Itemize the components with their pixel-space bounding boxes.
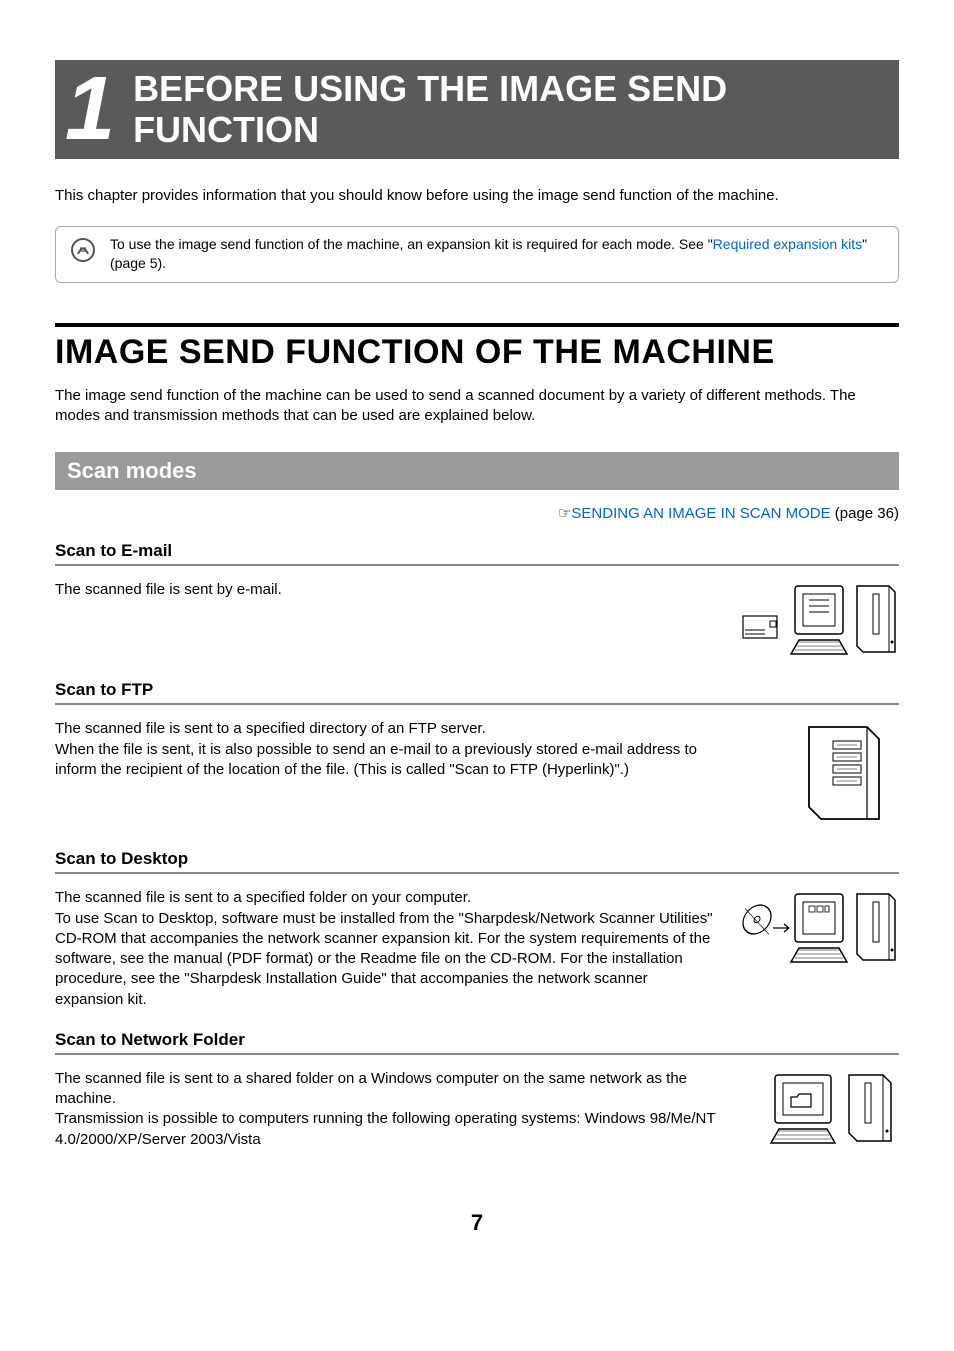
subsection-rule [55,1053,899,1055]
scan-to-ftp-title: Scan to FTP [55,680,899,700]
scan-to-network-section: Scan to Network Folder The scanned file … [55,1030,899,1150]
pointer-icon: ☞ [558,506,571,522]
subsection-rule [55,872,899,874]
note-icon [70,237,96,269]
xref-page: (page 36) [831,505,899,522]
scan-to-network-body: The scanned file is sent to a shared fol… [55,1069,719,1150]
scan-modes-heading: Scan modes [55,452,899,490]
scan-to-network-title: Scan to Network Folder [55,1030,899,1050]
note-box: To use the image send function of the ma… [55,226,899,283]
desktop-illustration [739,888,899,968]
subsection-rule [55,703,899,705]
scan-to-email-title: Scan to E-mail [55,541,899,561]
scan-to-email-section: Scan to E-mail The scanned file is sent … [55,541,899,660]
scan-to-ftp-body: The scanned file is sent to a specified … [55,719,719,780]
chapter-title: BEFORE USING THE IMAGE SEND FUNCTION [133,68,879,151]
intro-paragraph: This chapter provides information that y… [55,187,899,204]
email-illustration [739,580,899,660]
scan-to-desktop-title: Scan to Desktop [55,849,899,869]
chapter-banner: 1 BEFORE USING THE IMAGE SEND FUNCTION [55,60,899,159]
note-prefix: To use the image send function of the ma… [110,236,713,252]
chapter-number: 1 [65,69,115,150]
scan-to-ftp-section: Scan to FTP The scanned file is sent to … [55,680,899,829]
scan-to-email-body: The scanned file is sent by e-mail. [55,580,719,600]
section-body: The image send function of the machine c… [55,386,899,427]
section-rule [55,323,899,327]
network-illustration [739,1069,899,1149]
ftp-illustration [739,719,899,829]
subsection-rule [55,564,899,566]
page-number: 7 [55,1210,899,1236]
xref-line: ☞SENDING AN IMAGE IN SCAN MODE (page 36) [55,504,899,523]
sending-image-scan-mode-link[interactable]: SENDING AN IMAGE IN SCAN MODE [571,505,830,522]
required-expansion-kits-link[interactable]: Required expansion kits [713,236,862,252]
note-body: To use the image send function of the ma… [110,235,884,274]
scan-to-desktop-section: Scan to Desktop The scanned file is sent… [55,849,899,1010]
section-title: IMAGE SEND FUNCTION OF THE MACHINE [55,333,899,372]
scan-to-desktop-body: The scanned file is sent to a specified … [55,888,719,1010]
